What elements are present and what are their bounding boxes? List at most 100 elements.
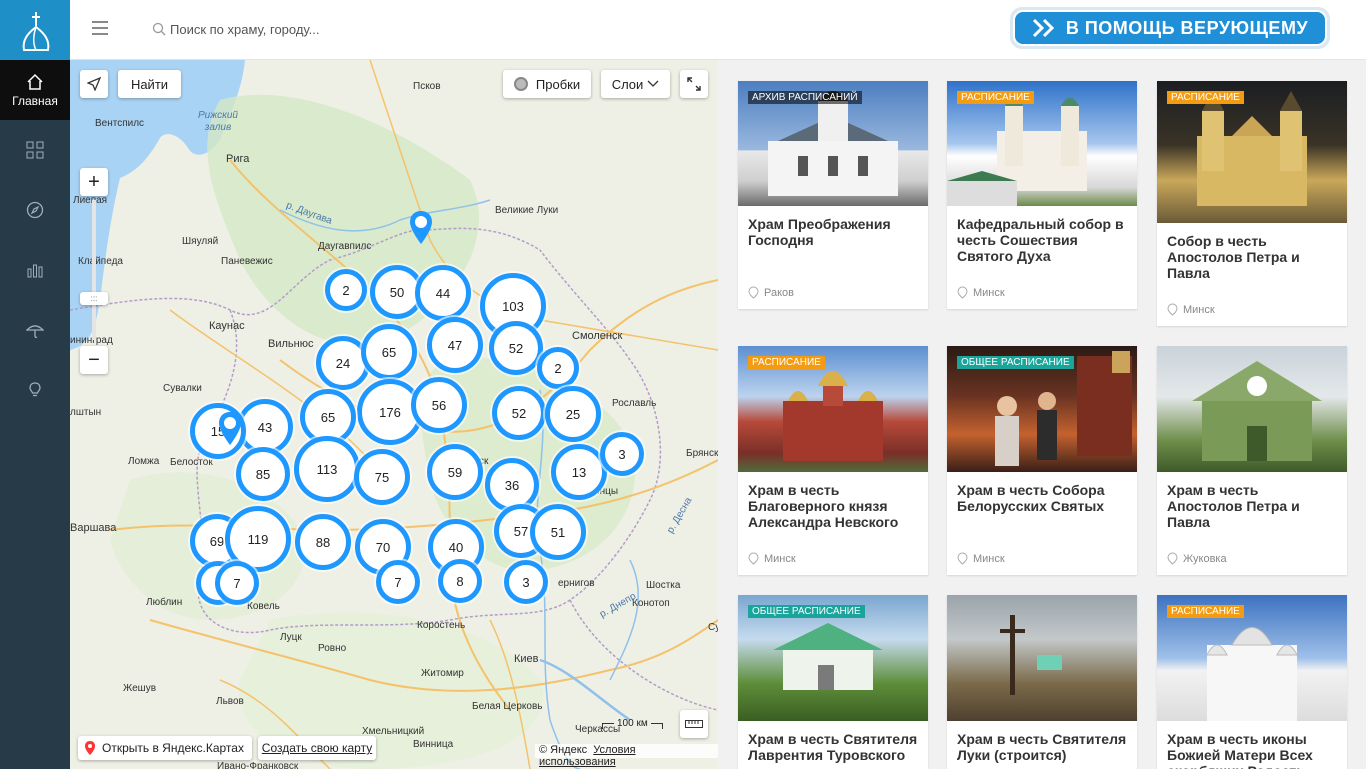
temple-title: Храм в честь Святителя Лаврентия Туровск… [748,731,918,763]
layers-dropdown[interactable]: Слои [601,70,670,98]
nav-stats[interactable] [0,240,70,300]
temple-card[interactable]: АРХИВ РАСПИСАНИЙ Храм Преображения Госпо… [738,81,928,309]
map-cluster[interactable]: 7 [376,560,420,604]
layers-label: Слои [611,76,644,92]
map-cluster[interactable]: 2 [325,269,367,311]
map-place-label: Каунас [209,320,245,332]
chevron-down-icon [647,80,659,87]
temple-card[interactable]: ОБЩЕЕ РАСПИСАНИЕ Храм в честь Собора Бел… [947,346,1137,575]
traffic-button[interactable]: Пробки [503,70,591,98]
map-place-label: Шяуляй [182,236,219,247]
map-place-label: Ковель [247,601,280,612]
map-place-label: Рижский залив [198,110,238,133]
temple-card[interactable]: ОБЩЕЕ РАСПИСАНИЕ Храм в честь Святителя … [738,595,928,769]
help-believer-button[interactable]: В ПОМОЩЬ ВЕРУЮЩЕМУ [1010,7,1330,49]
grid-icon [26,141,44,159]
map-cluster[interactable]: 113 [294,436,360,502]
logo[interactable] [0,0,70,60]
map-cluster[interactable]: 59 [427,444,483,500]
map-place-label: Белая Церковь [472,701,543,712]
temple-card[interactable]: РАСПИСАНИЕ Храм в честь иконы Божией Мат… [1157,595,1347,769]
map-cluster[interactable]: 85 [236,447,290,501]
nav-compass[interactable] [0,180,70,240]
zoom-slider-track[interactable] [92,200,96,340]
nav-ideas[interactable] [0,360,70,420]
location-text: Минск [973,286,1005,299]
open-yandex-maps-link[interactable]: Открыть в Яндекс.Картах [78,736,252,760]
status-badge: АРХИВ РАСПИСАНИЙ [748,91,862,104]
map-cluster[interactable]: 2 [537,347,579,389]
location-pin-icon [957,286,968,299]
temple-card[interactable]: РАСПИСАНИЕ Собор в честь Апостолов Петра… [1157,81,1347,326]
map-cluster[interactable]: 88 [295,514,351,570]
map-cluster[interactable]: 8 [438,559,482,603]
temple-title: Храм в честь Благоверного князя Александ… [748,482,899,530]
map-cluster[interactable]: 7 [215,561,259,605]
create-map-link[interactable]: Создать свою карту [258,736,376,760]
home-icon [27,73,43,90]
map-place-label: Ивано-Франковск [217,761,299,769]
temples-list: АРХИВ РАСПИСАНИЙ Храм Преображения Госпо… [718,60,1366,769]
location-text: Минск [1183,303,1215,316]
ruler-icon [685,720,703,728]
map-place-label: Псков [413,81,441,92]
map-cluster[interactable]: 52 [492,386,546,440]
map-cluster[interactable]: 75 [354,449,410,505]
ruler-button[interactable] [680,710,708,738]
menu-icon[interactable] [92,21,108,35]
map-place-label: Великие Луки [495,205,559,216]
status-badge: РАСПИСАНИЕ [1167,605,1244,618]
temple-card[interactable]: Храм в честь Апостолов Петра и Павла Жук… [1157,346,1347,575]
temple-title: Собор в честь Апостолов Петра и Павла [1167,233,1300,281]
map-place-label: Вентспилс [95,118,145,129]
map-place-label: Рига [226,153,250,165]
geolocation-button[interactable] [80,70,108,98]
help-button-label: В ПОМОЩЬ ВЕРУЮЩЕМУ [1065,17,1309,38]
map-place-label: Варшава [70,522,117,534]
map-place-label: Белосток [170,457,213,468]
nav-grid[interactable] [0,120,70,180]
temple-card[interactable]: Храм в честь Святителя Луки (строится) [947,595,1137,769]
map[interactable]: Псков Рижский залив Вентспилс Рига Лиепа… [70,60,718,769]
fullscreen-button[interactable] [680,70,708,98]
map-cluster[interactable]: 56 [411,377,467,433]
map-cluster[interactable]: 13 [551,444,607,500]
status-badge: ОБЩЕЕ РАСПИСАНИЕ [957,356,1074,369]
map-cluster[interactable]: 3 [600,432,644,476]
temple-title: Храм в честь иконы Божией Матери Всех ск… [1167,731,1313,769]
zoom-slider-handle[interactable]: ::: [80,292,108,305]
map-cluster[interactable]: 44 [415,265,471,321]
zoom-in-button[interactable]: + [80,168,108,196]
map-cluster[interactable]: 65 [361,324,417,380]
map-cluster[interactable]: 51 [530,504,586,560]
temple-location: Минск [957,286,1005,299]
map-cluster[interactable]: 25 [545,386,601,442]
map-pin-icon[interactable] [408,210,434,246]
temple-location: Минск [748,552,796,565]
map-cluster[interactable]: 52 [489,321,543,375]
lightbulb-icon [29,382,41,397]
map-place-label: Луцк [280,632,302,643]
nav-home[interactable]: Главная [0,60,70,120]
find-button[interactable]: Найти [118,70,181,98]
search-input[interactable] [170,16,770,42]
map-place-label: Киев [514,653,539,665]
map-place-label: Корoстень [417,620,466,631]
location-text: Минск [973,552,1005,565]
location-text: Минск [764,552,796,565]
map-cluster[interactable]: 36 [485,458,539,512]
map-place-label: Люблин [146,597,183,608]
temple-card[interactable]: РАСПИСАНИЕ Кафедральный собор в честь Со… [947,81,1137,309]
zoom-out-button[interactable]: − [80,346,108,374]
scale-bar: 100 км [602,717,670,729]
map-cluster[interactable]: 47 [427,317,483,373]
temple-title: Храм в честь Собора Белорусских Святых [957,482,1105,514]
temple-card[interactable]: РАСПИСАНИЕ Храм в честь Благоверного кня… [738,346,928,575]
temple-location: Минск [957,552,1005,565]
map-place-label: Шостка [646,580,681,591]
map-place-label: Рославль [612,398,657,409]
nav-umbrella[interactable] [0,300,70,360]
map-pin-icon[interactable] [217,411,243,447]
map-place-label: Даугавпилс [318,241,372,252]
map-cluster[interactable]: 3 [504,560,548,604]
